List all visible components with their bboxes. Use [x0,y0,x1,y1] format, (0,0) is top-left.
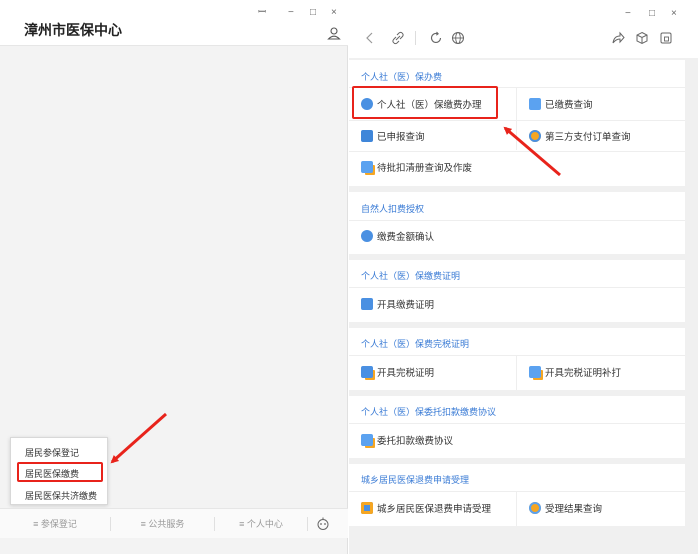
arrow-to-payment-handling [503,126,561,177]
annotation-arrows [110,126,561,464]
arrow-to-resident-payment [110,412,167,464]
